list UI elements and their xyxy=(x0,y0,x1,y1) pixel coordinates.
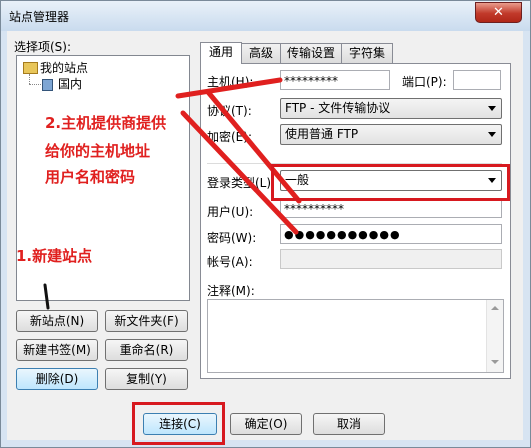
copy-button[interactable]: 复制(Y) xyxy=(105,368,188,390)
chevron-down-icon xyxy=(488,106,496,111)
protocol-label: 协议(T): xyxy=(207,104,252,118)
account-label: 帐号(A): xyxy=(207,255,253,269)
encryption-label: 加密(E): xyxy=(207,130,252,144)
new-bookmark-button[interactable]: 新建书签(M) xyxy=(16,339,98,361)
delete-button[interactable]: 删除(D) xyxy=(16,368,98,390)
port-input[interactable] xyxy=(453,70,501,90)
encryption-select[interactable]: 使用普通 FTP xyxy=(280,124,502,145)
port-label: 端口(P): xyxy=(402,75,447,89)
user-input[interactable]: ********** xyxy=(280,198,502,218)
title-bar[interactable]: 站点管理器 ✕ xyxy=(1,1,530,31)
annotation-step2-line3: 用户名和密码 xyxy=(45,168,136,186)
password-label: 密码(W): xyxy=(207,231,257,245)
tab-transfer-settings[interactable]: 传输设置 xyxy=(280,43,342,63)
vertical-scrollbar[interactable] xyxy=(486,300,503,372)
logon-type-label: 登录类型(L): xyxy=(207,176,276,190)
select-entry-label: 选择项(S): xyxy=(14,40,72,54)
password-input[interactable]: ●●●●●●●●●●● xyxy=(280,224,502,244)
scroll-down-icon xyxy=(491,360,499,364)
tab-charset[interactable]: 字符集 xyxy=(341,43,393,63)
tree-item-domestic[interactable]: 国内 xyxy=(58,75,82,92)
chevron-down-icon xyxy=(488,132,496,137)
new-folder-button[interactable]: 新文件夹(F) xyxy=(105,310,188,332)
annotation-step1: 1.新建站点 xyxy=(16,247,93,265)
close-button[interactable]: ✕ xyxy=(475,2,522,23)
tree-line xyxy=(29,74,30,84)
window-title: 站点管理器 xyxy=(9,10,70,24)
cancel-button[interactable]: 取消 xyxy=(313,413,385,435)
protocol-select[interactable]: FTP - 文件传输协议 xyxy=(280,98,502,119)
tree-line xyxy=(29,84,41,85)
ok-button[interactable]: 确定(O) xyxy=(230,413,302,435)
tab-advanced[interactable]: 高级 xyxy=(241,43,281,63)
user-label: 用户(U): xyxy=(207,205,254,219)
new-site-button[interactable]: 新站点(N) xyxy=(16,310,98,332)
tree-item-my-sites[interactable]: 我的站点 xyxy=(40,59,88,76)
account-input[interactable] xyxy=(280,249,502,269)
computer-icon xyxy=(42,79,53,91)
protocol-value: FTP - 文件传输协议 xyxy=(285,101,391,115)
rename-button[interactable]: 重命名(R) xyxy=(105,339,188,361)
annotation-step2-line1: 2.主机提供商提供 xyxy=(45,114,167,132)
host-label: 主机(H): xyxy=(207,75,254,89)
highlight-connect xyxy=(132,402,225,445)
highlight-logon-type xyxy=(271,164,510,201)
annotation-step2-line2: 给你的主机地址 xyxy=(45,142,151,160)
folder-icon xyxy=(23,62,38,74)
tab-general[interactable]: 通用 xyxy=(200,42,242,64)
host-input[interactable]: ********* xyxy=(280,70,390,90)
scroll-up-icon xyxy=(491,306,499,310)
encryption-value: 使用普通 FTP xyxy=(285,127,359,141)
comments-textarea[interactable] xyxy=(207,299,504,373)
comments-label: 注释(M): xyxy=(207,284,255,298)
